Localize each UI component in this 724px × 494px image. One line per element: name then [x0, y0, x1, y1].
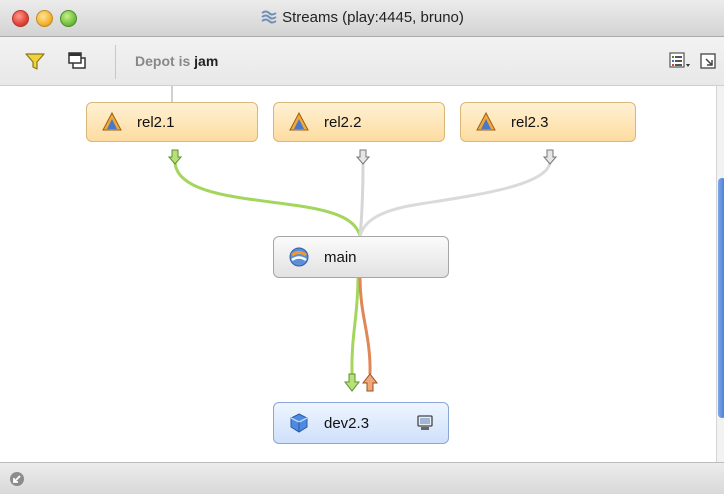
development-stream-icon	[290, 413, 308, 433]
filter-description[interactable]: Depot is jam	[135, 53, 218, 69]
release-stream-icon	[102, 111, 122, 131]
edge-rel2-1-main	[173, 160, 362, 237]
stream-label: rel2.2	[324, 113, 362, 131]
windows-icon[interactable]	[66, 49, 90, 73]
stream-node-rel2-2[interactable]: rel2.2	[273, 102, 445, 142]
view-options-icon[interactable]	[668, 49, 692, 73]
funnel-icon[interactable]	[23, 49, 47, 73]
copy-up-arrow-dev2-3	[361, 373, 379, 392]
workspace-icon[interactable]	[416, 415, 434, 431]
merge-down-arrow-dev2-3	[343, 373, 361, 392]
filter-is: is	[178, 53, 191, 69]
stream-node-rel2-1[interactable]: rel2.1	[86, 102, 258, 142]
edge-rel2-3-main	[358, 160, 552, 237]
edge-main-dev2-3-copy	[358, 277, 372, 375]
merge-down-arrow-rel2-2	[355, 149, 371, 165]
mainline-stream-icon	[289, 247, 309, 267]
panel-icon[interactable]	[699, 49, 717, 73]
release-stream-icon	[476, 111, 496, 131]
stream-label: rel2.1	[137, 113, 175, 131]
status-bar	[0, 462, 724, 494]
edge-main-dev2-3-merge	[350, 277, 360, 375]
merge-down-arrow-rel2-3	[542, 149, 558, 165]
window-title-text: Streams (play:4445, bruno)	[282, 9, 464, 26]
filter-value: jam	[194, 53, 219, 69]
edge-rel2-2-main	[358, 160, 365, 237]
release-stream-icon	[289, 111, 309, 131]
merge-down-arrow-rel2-1	[167, 149, 183, 165]
stream-label: rel2.3	[511, 113, 549, 131]
filter-label: Depot	[135, 53, 175, 69]
stream-label: main	[324, 248, 357, 266]
stream-label: dev2.3	[324, 414, 370, 432]
streams-icon	[261, 10, 277, 24]
stream-node-rel2-3[interactable]: rel2.3	[460, 102, 636, 142]
scrollbar-thumb[interactable]	[718, 178, 724, 418]
toolbar-separator	[115, 45, 116, 79]
toolbar: Depot is jam	[0, 37, 724, 86]
vertical-scrollbar[interactable]	[716, 86, 724, 462]
stream-node-main[interactable]: main	[273, 236, 449, 278]
stream-node-dev2-3[interactable]: dev2.3	[273, 402, 449, 444]
resize-corner-icon[interactable]	[9, 471, 25, 487]
window-title: Streams (play:4445, bruno)	[0, 9, 724, 26]
title-bar[interactable]: Streams (play:4445, bruno)	[0, 0, 724, 37]
stream-graph[interactable]: rel2.1 rel2.2 rel2.3 main dev2.3	[0, 86, 716, 462]
streams-window: Streams (play:4445, bruno) Depot is jam	[0, 0, 724, 494]
